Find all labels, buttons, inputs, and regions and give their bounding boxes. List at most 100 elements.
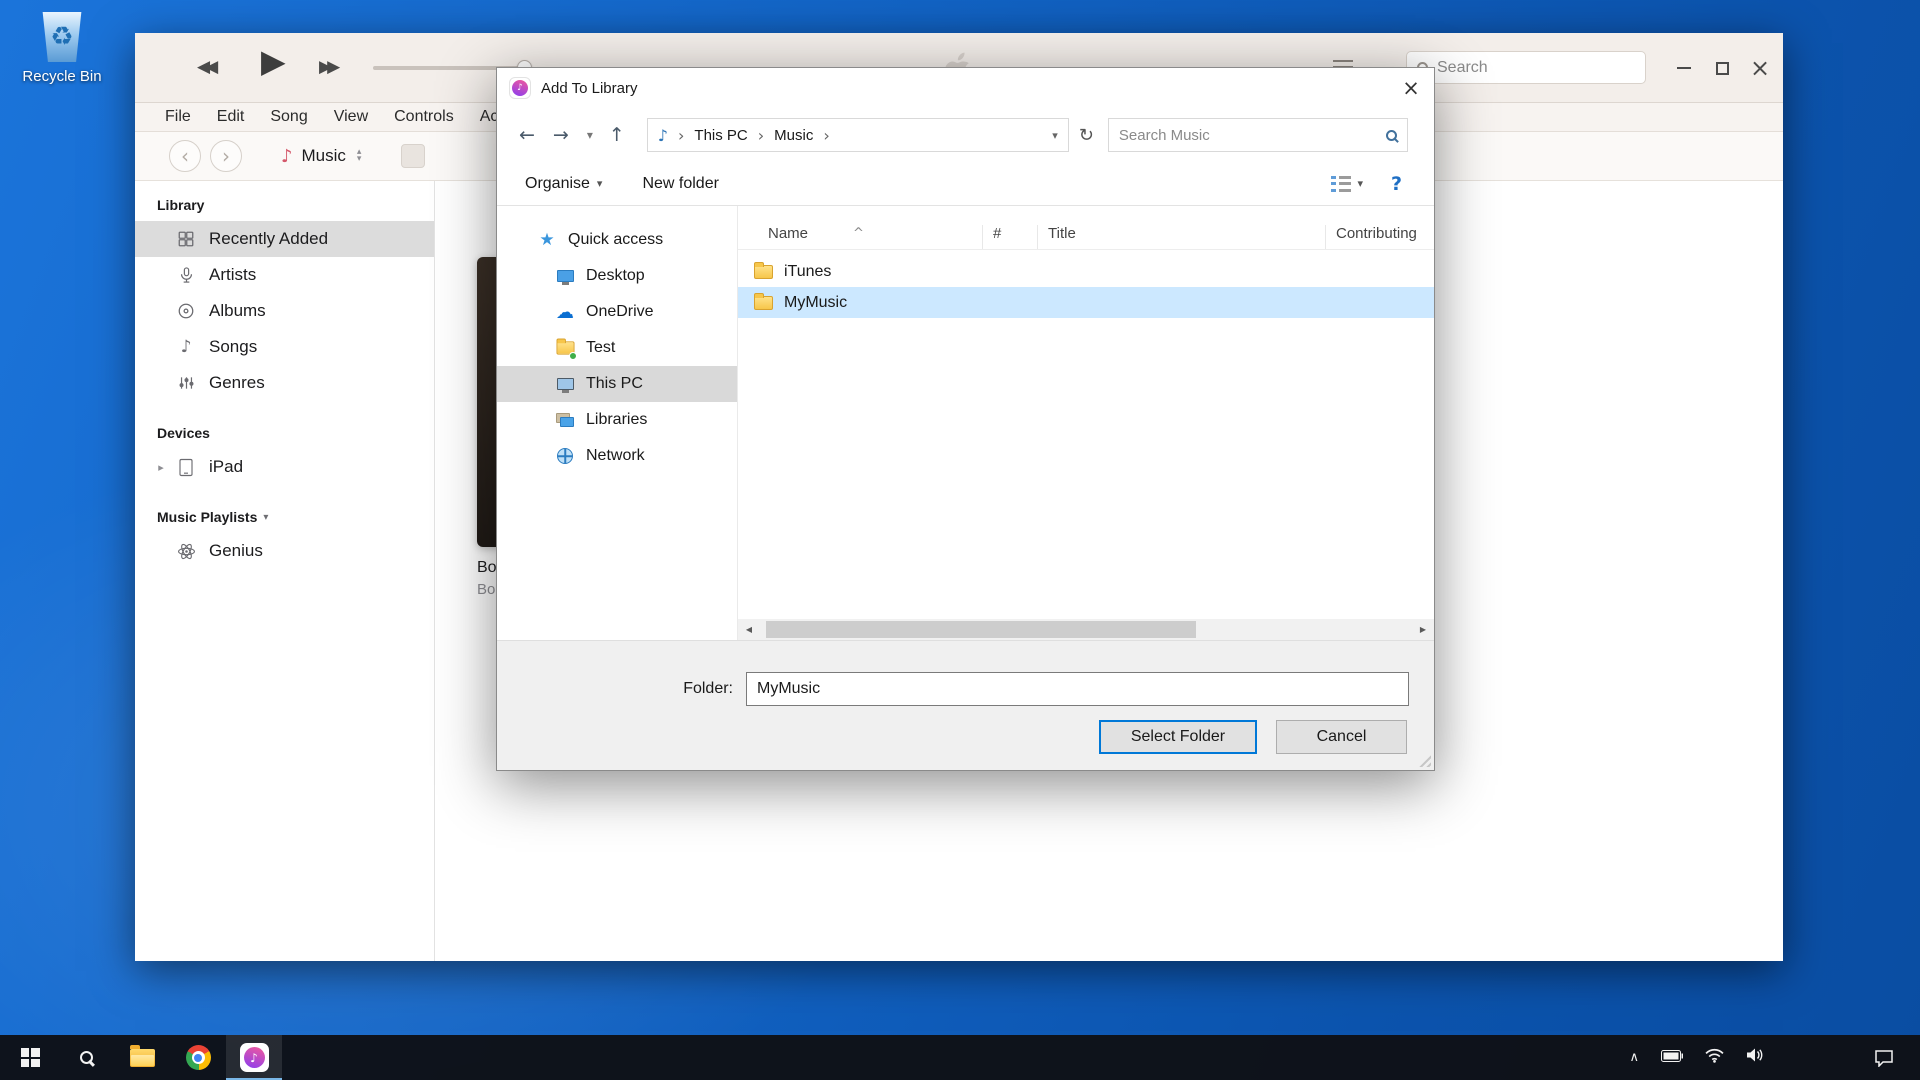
file-explorer-icon: [130, 1049, 155, 1067]
dialog-search-input[interactable]: [1119, 127, 1378, 144]
sidebar-item-songs[interactable]: ♪ Songs: [135, 329, 434, 365]
horizontal-scrollbar[interactable]: ◀ ▶: [738, 619, 1434, 640]
breadcrumb-chevron-icon: ›: [823, 126, 829, 145]
file-row-itunes[interactable]: iTunes: [738, 256, 1434, 287]
scrollbar-thumb[interactable]: [766, 621, 1196, 638]
dialog-body: ★ Quick access Desktop ☁ OneDrive Test: [497, 206, 1434, 640]
file-row-mymusic[interactable]: MyMusic: [738, 287, 1434, 318]
nav-item-label: Test: [586, 339, 615, 357]
hidden-icons-chevron[interactable]: ∧: [1629, 1050, 1639, 1065]
dialog-close-button[interactable]: ×: [1388, 68, 1434, 108]
column-contributing[interactable]: Contributing: [1326, 225, 1434, 249]
taskbar-file-explorer[interactable]: [114, 1035, 170, 1080]
scrollbar-track[interactable]: [760, 619, 1412, 640]
breadcrumb-chevron-icon: ›: [678, 126, 684, 145]
sidebar-item-artists[interactable]: Artists: [135, 257, 434, 293]
rewind-button[interactable]: ◀◀: [197, 57, 213, 77]
new-folder-button[interactable]: New folder: [642, 175, 718, 193]
column-name[interactable]: ^ Name: [738, 225, 983, 249]
libraries-icon: [555, 410, 575, 430]
nav-item-this-pc[interactable]: This PC: [497, 366, 737, 402]
dialog-search-box[interactable]: [1108, 118, 1408, 152]
view-dropdown-icon[interactable]: ▾: [1357, 177, 1363, 190]
menu-controls[interactable]: Controls: [394, 108, 454, 126]
maximize-button[interactable]: [1705, 33, 1739, 103]
minimize-button[interactable]: [1667, 33, 1701, 103]
column-title[interactable]: Title: [1038, 225, 1326, 249]
address-bar[interactable]: ♪ › This PC › Music › ▾: [647, 118, 1069, 152]
start-button[interactable]: [2, 1035, 58, 1080]
select-folder-button[interactable]: Select Folder: [1099, 720, 1257, 754]
sidebar-item-label: Genres: [209, 373, 265, 393]
sidebar-item-ipad[interactable]: ▸ iPad: [135, 449, 434, 485]
recent-locations-dropdown-icon[interactable]: ▾: [587, 128, 593, 142]
test-folder-icon: [555, 338, 575, 358]
music-playlists-header[interactable]: Music Playlists ▾: [135, 509, 434, 533]
folder-name-input[interactable]: [746, 672, 1409, 706]
taskbar-search-button[interactable]: [58, 1035, 114, 1080]
music-note-icon: ♪: [281, 146, 293, 167]
nav-item-label: This PC: [586, 375, 643, 393]
scroll-right-arrow[interactable]: ▶: [1412, 619, 1434, 640]
sidebar-item-albums[interactable]: Albums: [135, 293, 434, 329]
organise-button[interactable]: Organise ▾: [525, 175, 602, 193]
media-type-selector[interactable]: ♪ Music ▴ ▾: [281, 146, 361, 167]
fast-forward-button[interactable]: ▶▶: [319, 57, 335, 77]
onedrive-cloud-icon: ☁: [555, 302, 575, 322]
sidebar-item-label: iPad: [209, 457, 243, 477]
sidebar-item-label: Songs: [209, 337, 257, 357]
folder-label: Folder:: [647, 680, 733, 698]
sidebar-item-genres[interactable]: Genres: [135, 365, 434, 401]
nav-item-network[interactable]: Network: [497, 438, 737, 474]
chevron-down-icon: ▾: [263, 512, 268, 523]
sidebar-item-label: Artists: [209, 265, 256, 285]
taskbar-chrome[interactable]: [170, 1035, 226, 1080]
forward-button[interactable]: →: [553, 124, 569, 146]
ipad-icon: [173, 458, 199, 477]
up-button[interactable]: ↑: [609, 124, 625, 146]
sidebar-item-recently-added[interactable]: Recently Added: [135, 221, 434, 257]
address-dropdown-icon[interactable]: ▾: [1052, 129, 1058, 142]
help-icon[interactable]: ?: [1391, 173, 1402, 195]
nav-item-libraries[interactable]: Libraries: [497, 402, 737, 438]
history-back-button[interactable]: ‹: [169, 140, 201, 172]
sidebar-item-genius[interactable]: Genius: [135, 533, 434, 569]
resize-grip[interactable]: [1416, 752, 1431, 767]
column-number[interactable]: #: [983, 225, 1038, 249]
media-selector-label: Music: [302, 146, 346, 166]
itunes-search-box[interactable]: [1406, 51, 1646, 84]
menu-song[interactable]: Song: [270, 108, 307, 126]
details-view-icon[interactable]: [1331, 176, 1351, 192]
menu-file[interactable]: File: [165, 108, 191, 126]
itunes-icon: ♪: [240, 1043, 269, 1072]
menu-edit[interactable]: Edit: [217, 108, 245, 126]
battery-icon[interactable]: [1661, 1049, 1683, 1067]
devices-header: Devices: [135, 425, 434, 449]
dialog-title: Add To Library: [541, 80, 637, 97]
taskbar-itunes[interactable]: ♪: [226, 1035, 282, 1080]
dialog-title-bar[interactable]: ♪ Add To Library ×: [497, 68, 1434, 108]
nav-item-test[interactable]: Test: [497, 330, 737, 366]
expand-chevron-icon[interactable]: ▸: [149, 461, 173, 474]
volume-icon[interactable]: [1746, 1047, 1764, 1068]
action-center-icon[interactable]: [1874, 1049, 1920, 1067]
wifi-icon[interactable]: [1705, 1048, 1724, 1068]
menu-view[interactable]: View: [334, 108, 368, 126]
cancel-button[interactable]: Cancel: [1276, 720, 1407, 754]
refresh-button[interactable]: ↻: [1079, 125, 1094, 146]
play-button[interactable]: ▶: [261, 42, 286, 80]
recycle-bin-shortcut[interactable]: ♻ Recycle Bin: [16, 12, 108, 85]
scroll-left-arrow[interactable]: ◀: [738, 619, 760, 640]
nav-item-desktop[interactable]: Desktop: [497, 258, 737, 294]
breadcrumb-this-pc[interactable]: This PC: [694, 127, 747, 144]
nav-item-onedrive[interactable]: ☁ OneDrive: [497, 294, 737, 330]
back-button[interactable]: ←: [519, 124, 535, 146]
nav-item-quick-access[interactable]: ★ Quick access: [497, 222, 737, 258]
breadcrumb-music[interactable]: Music: [774, 127, 813, 144]
breadcrumb-chevron-icon: ›: [758, 126, 764, 145]
view-grid-button[interactable]: [401, 144, 425, 168]
itunes-search-input[interactable]: [1437, 59, 1644, 77]
nav-item-label: OneDrive: [586, 303, 654, 321]
close-button[interactable]: ×: [1743, 33, 1777, 103]
history-forward-button[interactable]: ›: [210, 140, 242, 172]
